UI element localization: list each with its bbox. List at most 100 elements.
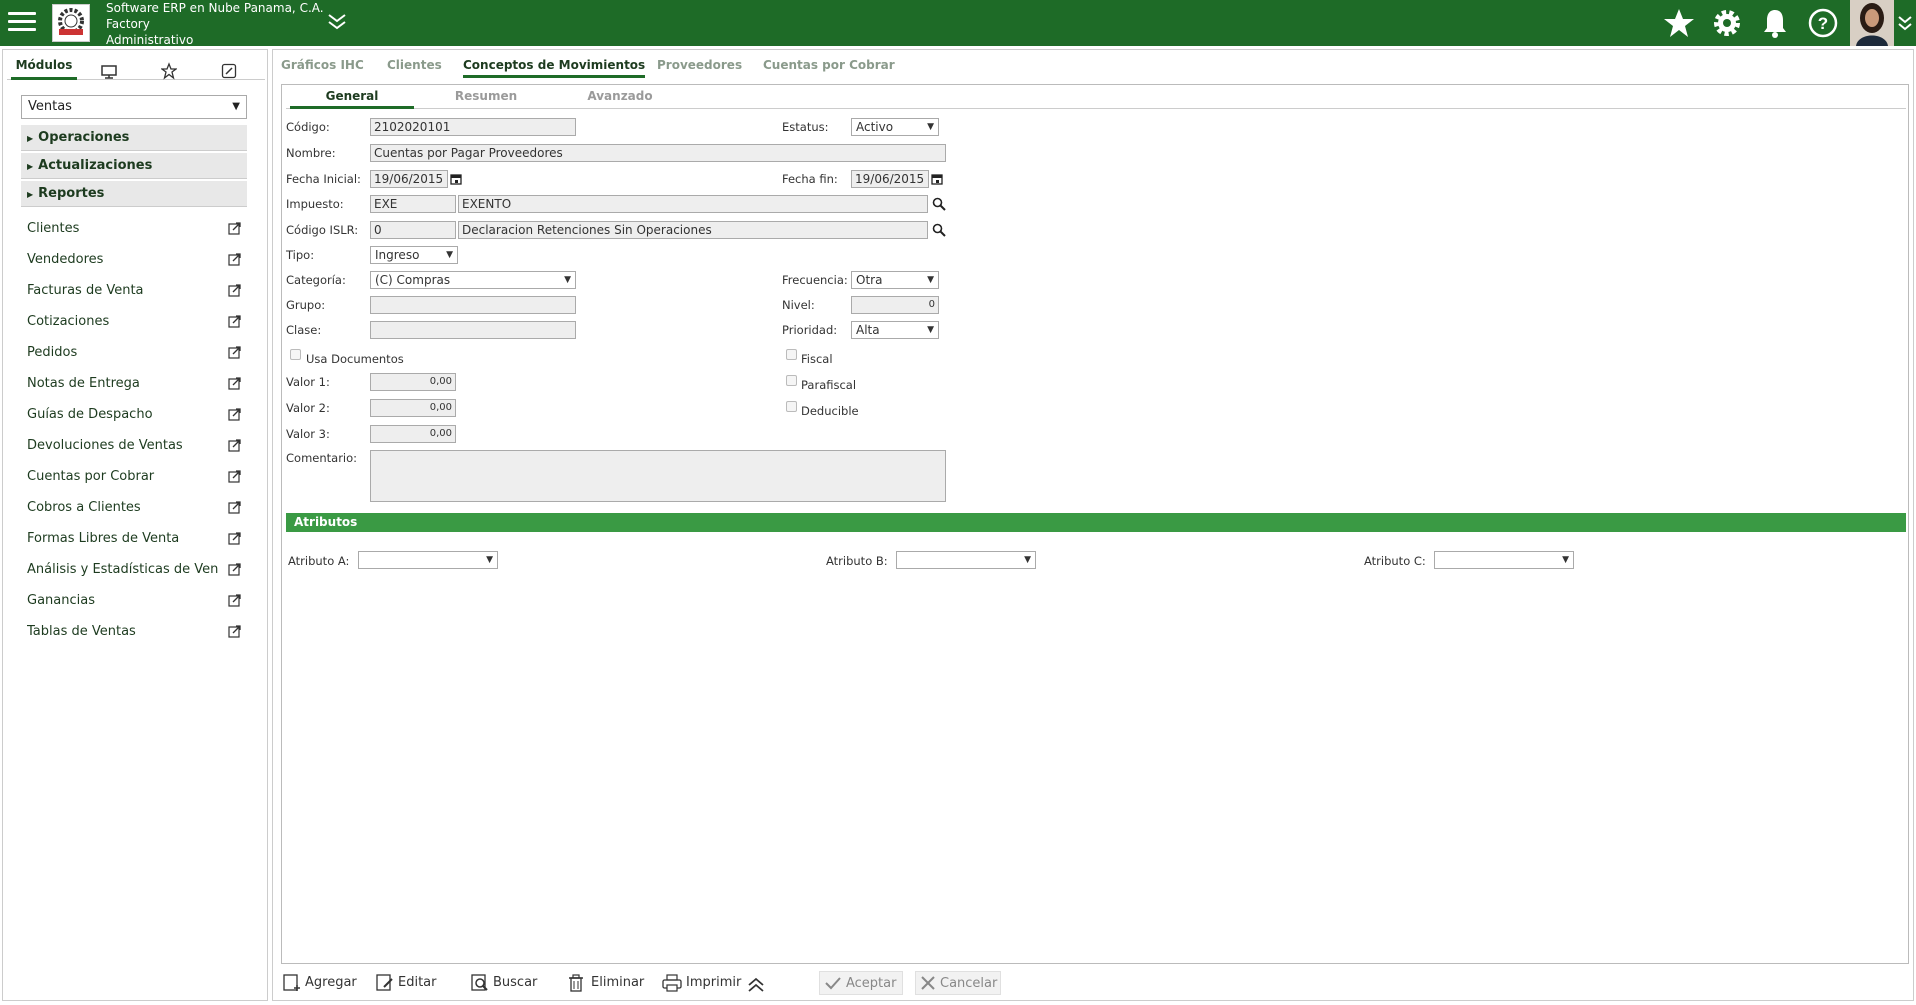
sidebar-item[interactable]: Análisis y Estadísticas de Ven	[27, 559, 241, 581]
impuesto-code-field[interactable]: EXE	[370, 195, 456, 213]
sidebar-item[interactable]: Formas Libres de Venta	[27, 528, 241, 550]
external-link-icon[interactable]	[228, 501, 241, 514]
deducible-checkbox[interactable]	[786, 401, 797, 412]
external-link-icon[interactable]	[228, 377, 241, 390]
external-link-icon[interactable]	[228, 625, 241, 638]
search-icon[interactable]	[932, 197, 946, 211]
sidebar-item[interactable]: Facturas de Venta	[27, 280, 241, 302]
subtab-general[interactable]: General	[290, 87, 414, 109]
trash-icon	[569, 974, 583, 992]
nombre-field[interactable]: Cuentas por Pagar Proveedores	[370, 144, 946, 162]
external-link-icon[interactable]	[228, 315, 241, 328]
atributo-b-select[interactable]: ▼	[896, 551, 1036, 569]
buscar-button[interactable]: Buscar	[471, 971, 539, 995]
external-link-icon[interactable]	[228, 532, 241, 545]
external-link-icon[interactable]	[228, 594, 241, 607]
sidebar-item[interactable]: Notas de Entrega	[27, 373, 241, 395]
prioridad-select[interactable]: Alta ▼	[851, 321, 939, 339]
accordion-label: Actualizaciones	[38, 158, 153, 173]
tab-clientes[interactable]: Clientes	[387, 52, 442, 78]
double-chevron-down-icon[interactable]	[327, 12, 347, 30]
fecha-inicial-field[interactable]: 19/06/2015	[370, 170, 448, 188]
sidebar-item[interactable]: Cuentas por Cobrar	[27, 466, 241, 488]
sidebar-item[interactable]: Cobros a Clientes	[27, 497, 241, 519]
external-link-icon[interactable]	[228, 284, 241, 297]
tab-cuentas-por-cobrar[interactable]: Cuentas por Cobrar	[763, 52, 895, 78]
caret-down-icon: ▼	[486, 555, 493, 565]
external-link-icon[interactable]	[228, 439, 241, 452]
sidebar-item-label: Cuentas por Cobrar	[27, 469, 155, 484]
star-icon[interactable]	[1662, 6, 1696, 40]
atributo-b-label: Atributo B:	[826, 554, 888, 568]
valor2-field[interactable]: 0,00	[370, 399, 456, 417]
fiscal-checkbox[interactable]	[786, 349, 797, 360]
agregar-button[interactable]: Agregar	[283, 971, 359, 995]
categoria-select[interactable]: (C) Compras ▼	[370, 271, 576, 289]
atributo-a-select[interactable]: ▼	[358, 551, 498, 569]
accordion-reportes[interactable]: ▶ Reportes	[21, 181, 247, 207]
sidebar-item[interactable]: Tablas de Ventas	[27, 621, 241, 643]
user-avatar[interactable]	[1850, 0, 1894, 46]
imprimir-button[interactable]: Imprimir	[662, 971, 742, 995]
star-outline-icon[interactable]	[161, 58, 177, 84]
eliminar-button[interactable]: Eliminar	[567, 971, 644, 995]
accordion-label: Operaciones	[38, 130, 130, 145]
usa-documentos-checkbox[interactable]	[290, 349, 301, 360]
valor1-field[interactable]: 0,00	[370, 373, 456, 391]
estatus-select[interactable]: Activo ▼	[851, 118, 939, 136]
tipo-select[interactable]: Ingreso ▼	[370, 246, 458, 264]
sidebar-item[interactable]: Cotizaciones	[27, 311, 241, 333]
subtab-resumen[interactable]: Resumen	[424, 87, 548, 109]
cancelar-button[interactable]: Cancelar	[915, 971, 1001, 995]
nivel-field[interactable]: 0	[851, 296, 939, 314]
hamburger-menu-icon[interactable]	[6, 8, 38, 36]
sidebar-item[interactable]: Guías de Despacho	[27, 404, 241, 426]
accordion-actualizaciones[interactable]: ▶ Actualizaciones	[21, 153, 247, 179]
calendar-icon[interactable]	[931, 173, 943, 185]
external-link-icon[interactable]	[228, 470, 241, 483]
sidebar-item-label: Análisis y Estadísticas de Ven	[27, 562, 219, 577]
double-chevron-up-icon[interactable]	[747, 977, 765, 993]
sidebar-item[interactable]: Vendedores	[27, 249, 241, 271]
grupo-field[interactable]	[370, 296, 576, 314]
double-chevron-down-icon[interactable]	[1898, 14, 1912, 32]
help-icon[interactable]: ?	[1806, 6, 1840, 40]
calendar-icon[interactable]	[450, 173, 462, 185]
subtab-avanzado[interactable]: Avanzado	[558, 87, 682, 109]
search-icon[interactable]	[932, 223, 946, 237]
sidebar-item[interactable]: Ganancias	[27, 590, 241, 612]
clase-field[interactable]	[370, 321, 576, 339]
caret-right-icon: ▶	[27, 162, 34, 171]
sidebar-item[interactable]: Devoluciones de Ventas	[27, 435, 241, 457]
comentario-textarea[interactable]	[370, 450, 946, 502]
grupo-label: Grupo:	[286, 298, 326, 312]
tab-proveedores[interactable]: Proveedores	[657, 52, 742, 78]
gear-icon[interactable]	[1710, 6, 1744, 40]
tab-conceptos-de-movimientos[interactable]: Conceptos de Movimientos	[463, 52, 646, 78]
editar-button[interactable]: Editar	[376, 971, 440, 995]
external-link-icon[interactable]	[228, 563, 241, 576]
external-link-icon[interactable]	[228, 346, 241, 359]
tab-graficos-ihc[interactable]: Gráficos IHC	[281, 52, 364, 78]
monitor-icon[interactable]	[101, 59, 117, 85]
parafiscal-checkbox[interactable]	[786, 375, 797, 386]
codigo-field[interactable]: 2102020101	[370, 118, 576, 136]
comentario-label: Comentario:	[286, 451, 358, 465]
edit-note-icon[interactable]	[221, 58, 237, 84]
atributo-c-select[interactable]: ▼	[1434, 551, 1574, 569]
bell-icon[interactable]	[1758, 6, 1792, 40]
fecha-fin-field[interactable]: 19/06/2015	[851, 170, 929, 188]
sidebar-item[interactable]: Clientes	[27, 218, 241, 240]
islr-code-field[interactable]: 0	[370, 221, 456, 239]
aceptar-button[interactable]: Aceptar	[819, 971, 903, 995]
tab-modulos[interactable]: Módulos	[11, 54, 77, 80]
accordion-operaciones[interactable]: ▶ Operaciones	[21, 125, 247, 151]
sidebar-item-label: Notas de Entrega	[27, 376, 140, 391]
frecuencia-select[interactable]: Otra ▼	[851, 271, 939, 289]
external-link-icon[interactable]	[228, 222, 241, 235]
sidebar-item[interactable]: Pedidos	[27, 342, 241, 364]
valor3-field[interactable]: 0,00	[370, 425, 456, 443]
external-link-icon[interactable]	[228, 253, 241, 266]
module-select[interactable]: Ventas ▼	[21, 95, 247, 119]
external-link-icon[interactable]	[228, 408, 241, 421]
